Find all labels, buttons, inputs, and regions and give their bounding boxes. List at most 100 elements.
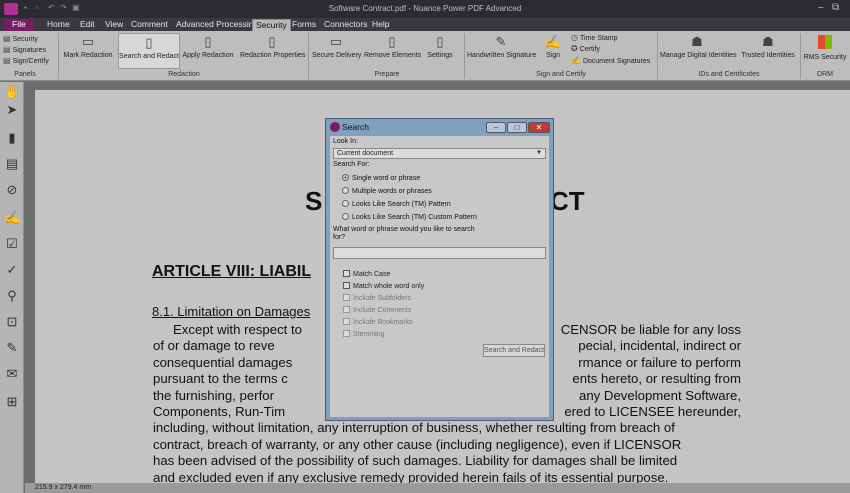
stamp-icon[interactable]: ⚲ xyxy=(4,288,20,304)
radio-looks-like-custom[interactable]: Looks Like Search (TM) Custom Pattern xyxy=(342,213,477,221)
attachments-icon[interactable]: ⊘ xyxy=(4,182,20,198)
sign-panel-icon[interactable]: ✎ xyxy=(4,340,20,356)
search-question-label: What word or phrase would you like to se… xyxy=(333,226,475,241)
document-title-left: S xyxy=(305,186,323,216)
search-dialog: Search – □ ✕ Look In: Current document ▼… xyxy=(325,118,554,421)
look-in-dropdown[interactable]: Current document ▼ xyxy=(333,148,546,159)
restore-window-button[interactable]: ⧉ xyxy=(832,2,839,13)
secure-delivery-icon: ▭ xyxy=(329,34,343,49)
search-redact-icon: ▯ xyxy=(145,35,153,50)
panel-security-button[interactable]: ▤ Security xyxy=(3,34,38,43)
minimize-window-button[interactable]: – xyxy=(818,2,824,13)
tab-connectors[interactable]: Connectors xyxy=(321,19,370,31)
time-stamp-button[interactable]: ◷ Time Stamp xyxy=(571,33,617,42)
dialog-minimize-button[interactable]: – xyxy=(486,122,506,133)
left-toolbar: ✋ ➤ ▮ ▤ ⊘ ✍ ☑ ✓ ⚲ ⊡ ✎ ✉ ⊞ xyxy=(0,82,24,493)
radio-single-word[interactable]: Single word or phrase xyxy=(342,174,420,182)
pen-icon: ✎ xyxy=(495,34,507,49)
settings-icon: ▯ xyxy=(436,34,444,49)
apply-redaction-button[interactable]: ▯ Apply Redaction xyxy=(182,34,234,60)
clock-icon: ◷ xyxy=(571,33,578,42)
article-heading: ARTICLE VIII: LIABIL xyxy=(152,263,312,280)
security-lock-icon[interactable]: ⊡ xyxy=(4,314,20,330)
rms-security-button[interactable]: RMS Security xyxy=(802,35,848,61)
panel-signatures-button[interactable]: ▤ Signatures xyxy=(3,45,46,54)
trusted-user-icon: ☗ xyxy=(762,34,774,49)
menu-bar: File Home Edit View Comment Advanced Pro… xyxy=(0,18,850,31)
include-subfolders-checkbox: Include Subfolders xyxy=(343,294,411,302)
users-icon: ☗ xyxy=(691,34,703,49)
document-title-right: CT xyxy=(550,186,585,216)
hand-tool-icon[interactable]: ✋ xyxy=(4,84,20,100)
match-case-checkbox[interactable]: Match Case xyxy=(343,270,390,278)
manage-digital-identities-button[interactable]: ☗ Manage Digital Identities xyxy=(660,34,737,60)
radio-looks-like-pattern[interactable]: Looks Like Search (TM) Pattern xyxy=(342,200,451,208)
redaction-properties-button[interactable]: ▯ Redaction Properties xyxy=(240,34,305,60)
signature-list-icon: ▤ xyxy=(3,45,11,54)
document-signatures-button[interactable]: ✍ Document Signatures xyxy=(571,56,650,65)
remove-elements-button[interactable]: ▯ Remove Elements xyxy=(364,34,421,60)
group-label-ids-certs: IDs and Certificates xyxy=(698,71,760,78)
tab-edit[interactable]: Edit xyxy=(77,19,98,31)
group-label-sign-certify: Sign and Certify xyxy=(536,71,586,78)
group-label-prepare: Prepare xyxy=(374,71,400,78)
bookmarks-icon[interactable]: ▮ xyxy=(4,130,20,146)
section-heading: 8.1. Limitation on Damages xyxy=(152,304,311,319)
certify-button[interactable]: ✪ Certify xyxy=(571,44,600,53)
chevron-down-icon: ▼ xyxy=(536,150,542,156)
tab-advanced-processing[interactable]: Advanced Processing xyxy=(173,19,261,31)
status-bar: 215.9 x 279.4 mm xyxy=(25,483,850,493)
stemming-checkbox: Stemming xyxy=(343,330,385,338)
document-signatures-icon: ✍ xyxy=(571,56,581,65)
rms-logo-icon xyxy=(818,35,832,49)
ribbon: ▤ Security ▤ Signatures ▤ Sign/Certify Pane… xyxy=(0,31,850,81)
select-arrow-icon[interactable]: ➤ xyxy=(4,102,20,118)
window-title: Software Contract.pdf - Nuance Power PDF… xyxy=(328,4,522,13)
pages-icon[interactable]: ▤ xyxy=(4,156,20,172)
handwritten-signature-button[interactable]: ✎ Handwritten Signature xyxy=(467,34,536,60)
tab-home[interactable]: Home xyxy=(44,19,73,31)
title-bar: ▪ ▫ ↶ ↷ ▣ Software Contract.pdf - Nuance… xyxy=(0,0,850,18)
lock-icon: ▤ xyxy=(3,34,11,43)
tab-file[interactable]: File xyxy=(4,19,34,31)
signature-icon: ✍ xyxy=(544,34,562,49)
redaction-properties-icon: ▯ xyxy=(268,34,276,49)
include-bookmarks-checkbox: Include Bookmarks xyxy=(343,318,413,326)
tab-forms[interactable]: Forms xyxy=(289,19,319,31)
search-for-label: Search For: xyxy=(333,161,370,168)
envelope-icon[interactable]: ✉ xyxy=(4,366,20,382)
sign-button[interactable]: ✍ Sign xyxy=(540,34,566,60)
tab-view[interactable]: View xyxy=(102,19,126,31)
group-label-panels: Panels xyxy=(14,71,36,78)
mark-redaction-icon: ▭ xyxy=(81,34,95,49)
signatures-panel-icon[interactable]: ✍ xyxy=(4,210,20,226)
dialog-maximize-button[interactable]: □ xyxy=(507,122,527,133)
settings-button[interactable]: ▯ Settings xyxy=(424,34,456,60)
dialog-close-button[interactable]: ✕ xyxy=(528,122,550,133)
comments-icon[interactable]: ☑ xyxy=(4,236,20,252)
trusted-identities-button[interactable]: ☗ Trusted Identities xyxy=(738,34,798,60)
group-label-drm: DRM xyxy=(817,71,833,78)
tab-security[interactable]: Security xyxy=(252,19,291,31)
page-size-label: 215.9 x 279.4 mm xyxy=(35,484,92,491)
search-text-input[interactable] xyxy=(333,247,546,259)
secure-delivery-button[interactable]: ▭ Secure Delivery xyxy=(312,34,361,60)
tab-comment[interactable]: Comment xyxy=(128,19,171,31)
radio-multiple-words[interactable]: Multiple words or phrases xyxy=(342,187,432,195)
include-comments-checkbox: Include Comments xyxy=(343,306,411,314)
mark-redaction-button[interactable]: ▭ Mark Redaction xyxy=(62,34,114,60)
certify-list-icon: ▤ xyxy=(3,56,11,65)
ribbon-certify-icon: ✪ xyxy=(571,44,578,53)
look-in-label: Look In: xyxy=(333,138,358,145)
panel-sign-certify-button[interactable]: ▤ Sign/Certify xyxy=(3,56,49,65)
check-icon[interactable]: ✓ xyxy=(4,262,20,278)
search-and-redact-button[interactable]: ▯ Search and Redact xyxy=(118,33,180,69)
dialog-body: Look In: Current document ▼ Search For: … xyxy=(330,136,549,417)
match-whole-word-checkbox[interactable]: Match whole word only xyxy=(343,282,424,290)
group-label-redaction: Redaction xyxy=(168,71,200,78)
add-page-icon[interactable]: ⊞ xyxy=(4,394,20,410)
tab-help[interactable]: Help xyxy=(369,19,392,31)
apply-redaction-icon: ▯ xyxy=(204,34,212,49)
remove-elements-icon: ▯ xyxy=(388,34,396,49)
search-and-redact-dialog-button[interactable]: Search and Redact xyxy=(483,344,545,357)
